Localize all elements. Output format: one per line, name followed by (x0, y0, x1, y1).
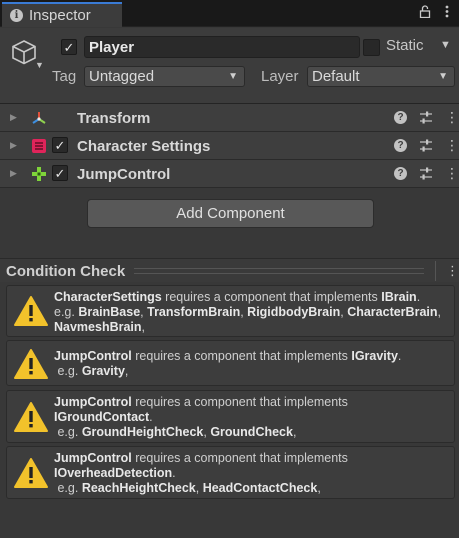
gameobject-active-checkbox[interactable]: ✓ (61, 39, 77, 55)
drag-handle[interactable] (134, 268, 424, 274)
add-component-label: Add Component (176, 205, 285, 222)
gameobject-cube-icon[interactable] (10, 38, 38, 66)
component-title: Character Settings (77, 138, 211, 155)
layer-dropdown[interactable]: Default ▼ (307, 66, 455, 87)
help-icon[interactable]: ? (394, 139, 407, 152)
eg-prefix: e.g. (57, 425, 82, 439)
tag-value: Untagged (89, 68, 155, 85)
warning-text: CharacterSettings requires a component t… (54, 290, 441, 334)
tag-dropdown[interactable]: Untagged ▼ (84, 66, 245, 87)
warning-icon (14, 458, 48, 488)
example: Gravity (81, 364, 125, 378)
gameobject-name-field[interactable]: Player (84, 36, 360, 58)
tab-inspector-label: Inspector (29, 7, 91, 24)
inspector-tab-bar: i Inspector (0, 0, 459, 27)
condition-check-header: Condition Check ⋮ (0, 258, 459, 282)
interface-name: IBrain (381, 290, 417, 304)
condition-check-menu-icon[interactable]: ⋮ (446, 263, 459, 279)
presets-icon[interactable] (419, 167, 433, 180)
add-component-button[interactable]: Add Component (87, 199, 374, 228)
component-menu-icon[interactable]: ⋮ (445, 165, 459, 182)
presets-icon[interactable] (419, 111, 433, 124)
component-enabled-checkbox[interactable]: ✓ (52, 137, 68, 153)
warning-icon (14, 349, 48, 379)
icon-dropdown-caret-icon[interactable]: ▼ (35, 60, 44, 70)
interface-name: IGroundContact (54, 410, 150, 424)
component-menu-icon[interactable]: ⋮ (445, 137, 459, 154)
component-enabled-checkbox[interactable]: ✓ (52, 165, 68, 181)
warning-text: JumpControl requires a component that im… (54, 395, 348, 439)
component-title: JumpControl (77, 166, 171, 183)
help-icon[interactable]: ? (394, 167, 407, 180)
component-title: Transform (77, 110, 151, 127)
static-label: Static (386, 37, 424, 54)
example: HeadContactCheck (202, 481, 318, 495)
warning-message: JumpControl requires a component that im… (6, 446, 455, 499)
lock-icon[interactable] (419, 5, 431, 21)
component-header-transform[interactable]: ▶ Transform ? ⋮ (0, 104, 459, 132)
example: CharacterBrain (347, 305, 438, 319)
character-settings-icon (32, 139, 46, 153)
warning-icon (14, 402, 48, 432)
component-name: JumpControl (54, 395, 132, 409)
warning-message: JumpControl requires a component that im… (6, 390, 455, 443)
component-menu-icon[interactable]: ⋮ (445, 109, 459, 126)
warning-message: CharacterSettings requires a component t… (6, 285, 455, 337)
help-icon[interactable]: ? (394, 111, 407, 124)
example: ReachHeightCheck (81, 481, 196, 495)
example: NavmeshBrain (54, 320, 142, 334)
presets-icon[interactable] (419, 139, 433, 152)
component-header-jump-control[interactable]: ▶ ✓ JumpControl ? ⋮ (0, 160, 459, 188)
warning-text: JumpControl requires a component that im… (54, 451, 348, 495)
static-checkbox[interactable] (363, 39, 380, 56)
tab-inspector[interactable]: i Inspector (2, 2, 122, 27)
requires-text: requires a component that implements (131, 395, 348, 409)
example: GroundCheck (210, 425, 293, 439)
info-icon: i (10, 9, 23, 22)
static-dropdown-caret-icon[interactable]: ▼ (440, 39, 451, 51)
condition-check-title: Condition Check (6, 263, 126, 280)
eg-prefix: e.g. (57, 481, 82, 495)
example: BrainBase (78, 305, 141, 319)
example: TransformBrain (147, 305, 241, 319)
jump-control-icon (32, 167, 46, 181)
interface-name: IOverheadDetection (54, 466, 173, 480)
foldout-arrow-icon[interactable]: ▶ (10, 140, 17, 151)
warning-text: JumpControl requires a component that im… (54, 349, 402, 378)
component-name: JumpControl (54, 451, 132, 465)
foldout-arrow-icon[interactable]: ▶ (10, 168, 17, 179)
eg-prefix: e.g. (54, 305, 79, 319)
requires-text: requires a component that implements (161, 290, 382, 304)
tab-menu-icon[interactable] (445, 5, 449, 21)
gameobject-name-value: Player (89, 38, 135, 56)
eg-prefix: e.g. (57, 364, 82, 378)
component-header-character-settings[interactable]: ▶ ✓ Character Settings ? ⋮ (0, 132, 459, 160)
foldout-arrow-icon[interactable]: ▶ (10, 112, 17, 123)
gameobject-header: ▼ ✓ Player Static ▼ Tag Untagged ▼ Layer… (0, 28, 459, 104)
layer-value: Default (312, 68, 360, 85)
example: RigidbodyBrain (247, 305, 341, 319)
layer-label: Layer (261, 68, 299, 85)
chevron-down-icon: ▼ (228, 71, 238, 82)
component-name: CharacterSettings (54, 290, 162, 304)
requires-text: requires a component that implements (131, 349, 352, 363)
component-name: JumpControl (54, 349, 132, 363)
chevron-down-icon: ▼ (438, 71, 448, 82)
transform-icon (32, 112, 46, 124)
divider (435, 261, 436, 281)
warning-icon (14, 296, 48, 326)
example: GroundHeightCheck (81, 425, 204, 439)
warning-message: JumpControl requires a component that im… (6, 340, 455, 386)
interface-name: IGravity (351, 349, 398, 363)
requires-text: requires a component that implements (131, 451, 348, 465)
tag-label: Tag (52, 68, 77, 85)
